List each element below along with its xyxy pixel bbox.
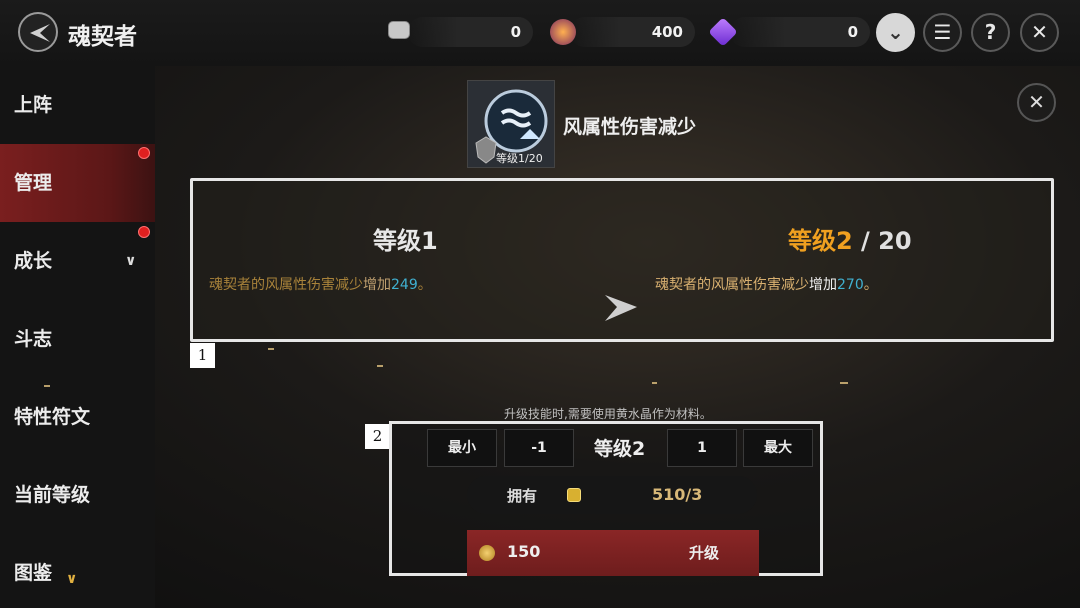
upgrade-label: 升级 — [689, 544, 720, 562]
skill-level-badge: 等级1/20 — [496, 152, 543, 165]
sidebar-item-label: 特性符文 — [14, 406, 91, 428]
page-title: 魂契者 — [68, 24, 137, 50]
max-button[interactable]: 最大 — [743, 429, 813, 467]
sparkle — [652, 382, 657, 384]
chevron-down-icon: ∨ — [125, 253, 137, 269]
close-panel-button[interactable]: ✕ — [1017, 83, 1056, 122]
currency-ticket: 0 — [388, 17, 538, 47]
sidebar-item-label: 图鉴 — [14, 562, 53, 584]
currency-value: 400 — [570, 17, 695, 47]
level-compare-panel: 等级1 等级2 / 20 魂契者的风属性伤害减少增加249。 魂契者的风属性伤害… — [190, 178, 1054, 342]
notification-dot — [138, 226, 150, 238]
sparkle — [44, 385, 50, 387]
back-button[interactable] — [18, 12, 58, 52]
sidebar-item-morale[interactable]: 斗志 — [0, 300, 155, 378]
sidebar-item-manage[interactable]: 管理 — [0, 144, 155, 222]
sparkle — [840, 382, 848, 384]
sidebar-item-label: 管理 — [14, 172, 53, 194]
sidebar: 上阵 管理 成长 ∨ 斗志 特性符文 当前等级 图鉴 ∨ — [0, 66, 155, 608]
sparkle — [377, 365, 383, 367]
current-level: 等级1 — [373, 227, 438, 255]
arrow-right-icon — [605, 295, 637, 321]
upgrade-panel: 最小 -1 等级2 1 最大 拥有 510/3 150 升级 — [389, 421, 823, 576]
next-description: 魂契者的风属性伤害减少增加270。 — [655, 274, 878, 294]
desc-text: 增加 — [363, 277, 391, 293]
desc-text: 魂契者的风属性伤害减少 — [209, 277, 363, 293]
ticket-icon — [388, 21, 410, 39]
annotation-marker: 1 — [190, 343, 215, 368]
owned-material-row: 拥有 510/3 — [467, 476, 757, 514]
sidebar-item-deploy[interactable]: 上阵 — [0, 66, 155, 144]
chevron-down-icon: ∨ — [66, 571, 78, 587]
menu-button[interactable]: ☰ — [923, 13, 962, 52]
question-icon: ? — [984, 20, 997, 44]
sidebar-item-current-level[interactable]: 当前等级 — [0, 456, 155, 534]
decrement-button[interactable]: -1 — [504, 429, 574, 467]
close-icon: ✕ — [1028, 90, 1045, 114]
currency-value: 0 — [730, 17, 870, 47]
next-value: 270 — [837, 277, 864, 293]
next-level: 等级2 / 20 — [788, 221, 912, 256]
desc-text: 。 — [863, 277, 878, 293]
gold-coin-icon — [479, 545, 495, 561]
desc-text: 魂契者的风属性伤害减少 — [655, 277, 809, 293]
close-icon: ✕ — [1031, 20, 1048, 44]
min-button[interactable]: 最小 — [427, 429, 497, 467]
sidebar-item-growth[interactable]: 成长 ∨ — [0, 222, 155, 300]
upgrade-button[interactable]: 150 升级 — [467, 530, 759, 576]
owned-label: 拥有 — [507, 487, 538, 505]
sidebar-item-label: 上阵 — [14, 94, 53, 116]
medal-icon — [550, 19, 576, 45]
list-icon: ☰ — [933, 20, 952, 44]
desc-text: 增加 — [809, 277, 837, 293]
sidebar-item-label: 成长 — [14, 250, 53, 272]
current-value: 249 — [391, 277, 418, 293]
current-description: 魂契者的风属性伤害减少增加249。 — [209, 274, 432, 294]
upgrade-hint: 升级技能时,需要使用黄水晶作为材料。 — [504, 407, 712, 421]
next-level-max: / 20 — [852, 227, 912, 255]
currency-crystal: 0 — [708, 17, 870, 47]
owned-value: 510/3 — [652, 485, 703, 504]
help-button[interactable]: ? — [971, 13, 1010, 52]
sidebar-item-label: 当前等级 — [14, 484, 91, 506]
sparkle — [268, 348, 274, 350]
sidebar-item-label: 斗志 — [14, 328, 53, 350]
yellow-crystal-icon — [567, 488, 581, 502]
upgrade-cost: 150 — [507, 542, 541, 561]
chevron-down-icon: ⌄ — [887, 20, 904, 44]
currency-value: 0 — [408, 17, 533, 47]
currency-medal: 400 — [550, 17, 700, 47]
sidebar-item-trait-runes[interactable]: 特性符文 — [0, 378, 155, 456]
target-level: 等级2 — [594, 438, 646, 460]
desc-text: 。 — [417, 277, 432, 293]
next-level-value: 等级2 — [788, 227, 853, 255]
back-arrow-icon — [30, 24, 50, 42]
skill-name: 风属性伤害减少 — [563, 116, 697, 138]
top-bar: 魂契者 0 400 0 ⌄ ☰ ? ✕ — [0, 0, 1080, 66]
sidebar-item-codex[interactable]: 图鉴 ∨ — [0, 534, 155, 608]
dropdown-button[interactable]: ⌄ — [876, 13, 915, 52]
skill-icon: 等级1/20 — [467, 80, 555, 168]
quantity-input[interactable]: 1 — [667, 429, 737, 467]
close-button[interactable]: ✕ — [1020, 13, 1059, 52]
notification-dot — [138, 147, 150, 159]
annotation-marker: 2 — [365, 424, 390, 449]
